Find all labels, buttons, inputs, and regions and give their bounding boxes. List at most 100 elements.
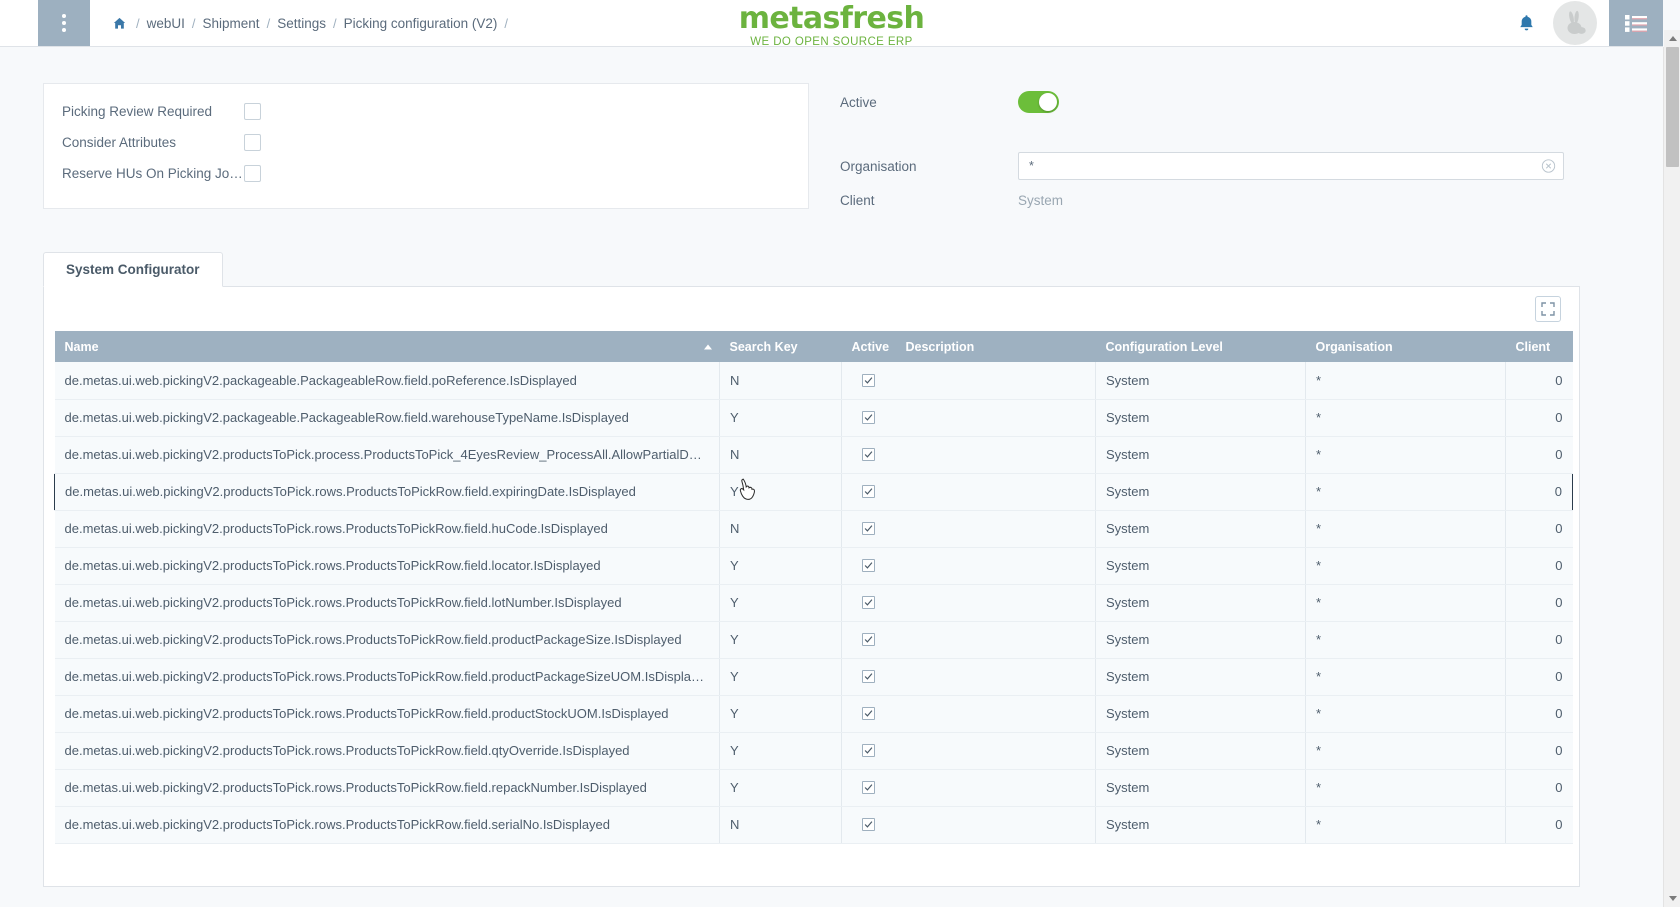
breadcrumb-item-settings[interactable]: Settings [277, 16, 326, 31]
cell-description [895, 362, 1096, 400]
table-row[interactable]: de.metas.ui.web.pickingV2.productsToPick… [54, 732, 1573, 770]
cell-configuration-level: System [1095, 621, 1306, 659]
table-row[interactable]: de.metas.ui.web.pickingV2.productsToPick… [54, 472, 1573, 511]
clear-icon[interactable] [1541, 159, 1556, 174]
row-active-checkbox[interactable] [862, 596, 876, 609]
breadcrumb-separator-0: / [136, 15, 140, 31]
general-settings-panel: Active Organisation Client System [840, 83, 1580, 215]
table-row[interactable]: de.metas.ui.web.pickingV2.productsToPick… [54, 584, 1573, 622]
row-active-checkbox[interactable] [862, 485, 876, 498]
checkbox-reserve-hus-on-picking-job[interactable] [244, 165, 261, 182]
table-row[interactable]: de.metas.ui.web.pickingV2.productsToPick… [54, 769, 1573, 807]
column-header-organisation[interactable]: Organisation [1305, 331, 1506, 362]
tab-system-configurator[interactable]: System Configurator [43, 252, 223, 287]
cell-client: 0 [1505, 658, 1573, 696]
column-header-client[interactable]: Client [1505, 331, 1573, 362]
cell-search-key: Y [719, 695, 842, 733]
row-active-checkbox[interactable] [862, 448, 876, 461]
table-row[interactable]: de.metas.ui.web.pickingV2.packageable.Pa… [54, 399, 1573, 437]
cell-organisation: * [1305, 769, 1506, 807]
row-active-checkbox[interactable] [862, 522, 876, 535]
page-scrollbar[interactable] [1663, 30, 1680, 907]
column-header-search-key[interactable]: Search Key [719, 331, 842, 362]
checkbox-consider-attributes[interactable] [244, 134, 261, 151]
checkbox-picking-review-required[interactable] [244, 103, 261, 120]
app-logo: metasfresh WE DO OPEN SOURCE ERP [739, 3, 925, 48]
breadcrumb-item-shipment[interactable]: Shipment [203, 16, 260, 31]
active-toggle[interactable] [1018, 91, 1059, 113]
row-active-checkbox[interactable] [862, 411, 876, 424]
cell-search-key: N [719, 436, 842, 474]
field-consider-attributes: Consider Attributes [44, 127, 808, 158]
column-header-name[interactable]: Name [54, 331, 720, 362]
cell-client: 0 [1505, 472, 1573, 511]
notifications-button[interactable] [1503, 14, 1549, 33]
table-row[interactable]: de.metas.ui.web.pickingV2.productsToPick… [54, 806, 1573, 844]
row-active-checkbox[interactable] [862, 744, 876, 757]
cell-name: de.metas.ui.web.pickingV2.productsToPick… [54, 436, 720, 474]
scroll-up-arrow-icon[interactable] [1664, 30, 1680, 47]
cell-active [841, 472, 896, 511]
row-active-checkbox[interactable] [862, 373, 876, 387]
cell-client: 0 [1505, 732, 1573, 770]
column-header-description[interactable]: Description [895, 331, 1096, 362]
sidebar-toggle-button[interactable] [38, 0, 90, 46]
cell-configuration-level: System [1095, 769, 1306, 807]
cell-search-key: N [719, 510, 842, 548]
table-row[interactable]: de.metas.ui.web.pickingV2.productsToPick… [54, 695, 1573, 733]
app-root: / webUI / Shipment / Settings / Picking … [0, 0, 1680, 907]
row-active-checkbox[interactable] [862, 559, 876, 572]
cell-description [895, 584, 1096, 622]
cell-configuration-level: System [1095, 399, 1306, 437]
organisation-lookup[interactable] [1018, 152, 1564, 180]
row-active-checkbox[interactable] [862, 781, 876, 794]
cell-name: de.metas.ui.web.pickingV2.productsToPick… [54, 472, 720, 511]
logo-tagline: WE DO OPEN SOURCE ERP [750, 35, 913, 48]
breadcrumb-item-webui[interactable]: webUI [147, 16, 185, 31]
table-row[interactable]: de.metas.ui.web.pickingV2.packageable.Pa… [54, 362, 1573, 400]
table-row[interactable]: de.metas.ui.web.pickingV2.productsToPick… [54, 621, 1573, 659]
table-row[interactable]: de.metas.ui.web.pickingV2.productsToPick… [54, 436, 1573, 474]
organisation-input[interactable] [1019, 153, 1563, 179]
column-header-configuration-level[interactable]: Configuration Level [1095, 331, 1306, 362]
cell-name: de.metas.ui.web.pickingV2.productsToPick… [54, 658, 720, 696]
row-active-checkbox[interactable] [862, 670, 876, 683]
cell-name: de.metas.ui.web.pickingV2.productsToPick… [54, 547, 720, 585]
table-row[interactable]: de.metas.ui.web.pickingV2.productsToPick… [54, 547, 1573, 585]
avatar[interactable] [1553, 1, 1597, 45]
cell-client: 0 [1505, 510, 1573, 548]
cell-description [895, 806, 1096, 844]
cell-active [841, 621, 896, 659]
table-row[interactable]: de.metas.ui.web.pickingV2.productsToPick… [54, 658, 1573, 696]
table-row[interactable]: de.metas.ui.web.pickingV2.productsToPick… [54, 510, 1573, 548]
breadcrumb-item-picking-configuration[interactable]: Picking configuration (V2) [344, 16, 498, 31]
cell-search-key: Y [719, 732, 842, 770]
cell-organisation: * [1305, 472, 1506, 511]
scroll-down-arrow-icon[interactable] [1664, 890, 1680, 907]
scrollbar-thumb[interactable] [1666, 47, 1679, 167]
row-active-checkbox[interactable] [862, 633, 876, 646]
cell-organisation: * [1305, 695, 1506, 733]
cell-configuration-level: System [1095, 472, 1306, 511]
cell-name: de.metas.ui.web.pickingV2.productsToPick… [54, 695, 720, 733]
home-icon[interactable] [112, 16, 127, 31]
field-active: Active [840, 83, 1580, 121]
toggle-knob [1039, 93, 1057, 111]
field-organisation: Organisation [840, 147, 1580, 185]
cell-description [895, 472, 1096, 511]
cell-description [895, 436, 1096, 474]
column-header-active[interactable]: Active [841, 331, 896, 362]
cell-active [841, 436, 896, 474]
cell-organisation: * [1305, 806, 1506, 844]
row-active-checkbox[interactable] [862, 707, 876, 720]
field-label-consider-attributes: Consider Attributes [62, 135, 177, 150]
cell-client: 0 [1505, 362, 1573, 400]
expand-table-button[interactable] [1535, 296, 1561, 322]
picking-options-panel: Picking Review Required Consider Attribu… [43, 83, 809, 209]
breadcrumb: / webUI / Shipment / Settings / Picking … [90, 0, 515, 46]
expand-fullscreen-icon [1541, 302, 1555, 316]
row-active-checkbox[interactable] [862, 818, 876, 831]
breadcrumb-separator-4: / [504, 15, 509, 31]
cell-name: de.metas.ui.web.pickingV2.productsToPick… [54, 769, 720, 807]
side-list-toggle-button[interactable] [1609, 0, 1663, 46]
